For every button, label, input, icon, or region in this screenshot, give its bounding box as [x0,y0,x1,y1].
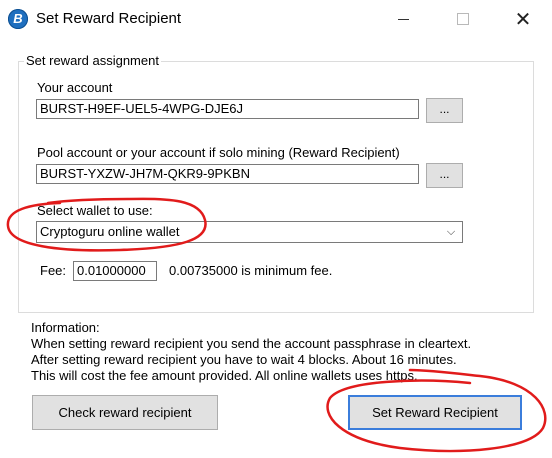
title-bar[interactable]: B Set Reward Recipient ✕ [0,0,552,38]
maximize-icon [457,13,469,25]
information-heading: Information: [31,320,100,335]
information-line: After setting reward recipient you have … [31,352,457,367]
maximize-button[interactable] [440,0,486,38]
wallet-select[interactable]: Cryptoguru online wallet ⌵ [36,221,463,243]
window-title: Set Reward Recipient [36,10,182,27]
set-reward-recipient-button[interactable]: Set Reward Recipient [348,395,522,430]
chevron-down-icon: ⌵ [446,225,456,238]
fee-label: Fee: [40,263,67,278]
your-account-browse-button[interactable]: ... [426,98,463,123]
group-label: Set reward assignment [24,53,161,68]
your-account-input[interactable]: BURST-H9EF-UEL5-4WPG-DJE6J [36,99,419,119]
set-reward-recipient-dialog: B Set Reward Recipient ✕ Set reward assi… [0,0,552,458]
minimize-icon [397,18,409,20]
information-line: When setting reward recipient you send t… [31,336,472,351]
minimum-fee-note: 0.00735000 is minimum fee. [169,263,333,278]
app-icon: B [8,9,28,29]
wallet-select-value: Cryptoguru online wallet [40,224,180,239]
wallet-label: Select wallet to use: [37,203,153,218]
check-reward-recipient-button[interactable]: Check reward recipient [32,395,218,430]
close-icon: ✕ [514,7,532,31]
close-button[interactable]: ✕ [500,0,546,38]
fee-input[interactable]: 0.01000000 [73,261,157,281]
pool-account-browse-button[interactable]: ... [426,163,463,188]
minimize-button[interactable] [380,0,426,38]
pool-account-input[interactable]: BURST-YXZW-JH7M-QKR9-9PKBN [36,164,419,184]
pool-account-label: Pool account or your account if solo min… [37,145,400,160]
your-account-label: Your account [37,80,113,95]
information-line: This will cost the fee amount provided. … [31,368,418,383]
